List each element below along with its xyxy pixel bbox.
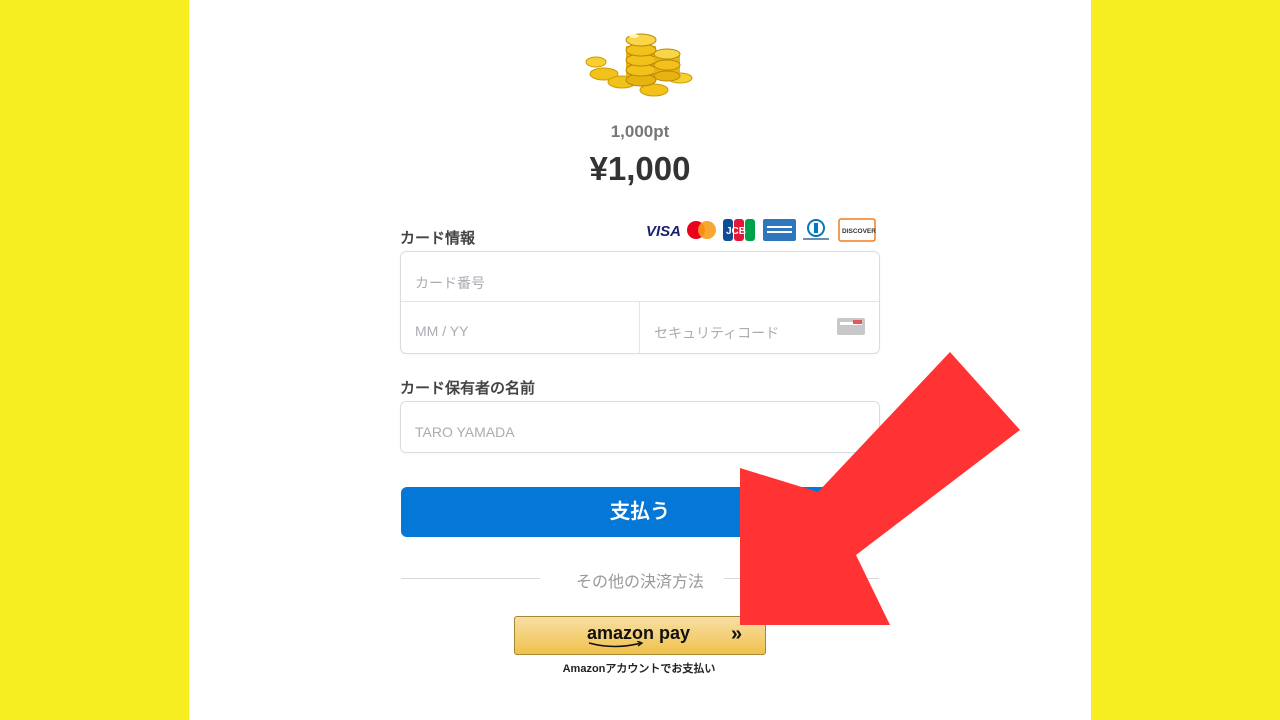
amex-logo bbox=[763, 219, 796, 241]
diners-logo bbox=[803, 219, 829, 240]
expiry-input[interactable]: MM / YY bbox=[415, 323, 468, 339]
card-form: カード番号 MM / YY セキュリティコード bbox=[400, 251, 880, 354]
price-amount: ¥1,000 bbox=[589, 150, 691, 187]
mastercard-logo bbox=[687, 221, 716, 239]
card-number-input[interactable]: カード番号 bbox=[415, 273, 485, 293]
card-info-label: カード情報 bbox=[400, 230, 476, 247]
card-brands: VISA JCB DISCOVER bbox=[646, 218, 876, 242]
amazon-smile-icon bbox=[588, 641, 644, 648]
jcb-text: JCB bbox=[726, 226, 746, 237]
visa-logo: VISA bbox=[646, 223, 681, 240]
points-amount: 1,000pt bbox=[610, 122, 670, 141]
cardholder-input[interactable]: TARO YAMADA bbox=[415, 424, 515, 440]
field-divider bbox=[401, 301, 879, 302]
cardholder-label: カード保有者の名前 bbox=[400, 380, 536, 397]
discover-logo: DISCOVER bbox=[838, 218, 876, 242]
amazon-pay-subtext: Amazonアカウントでお支払い bbox=[562, 663, 716, 675]
jcb-logo: JCB bbox=[723, 219, 755, 241]
coins-icon bbox=[585, 33, 693, 97]
field-divider-vertical bbox=[639, 302, 640, 353]
discover-text: DISCOVER bbox=[842, 228, 876, 235]
separator-line-left bbox=[401, 578, 556, 579]
cvc-card-icon bbox=[837, 318, 865, 335]
red-arrow-annotation bbox=[740, 352, 1020, 625]
visa-text: VISA bbox=[646, 223, 681, 240]
